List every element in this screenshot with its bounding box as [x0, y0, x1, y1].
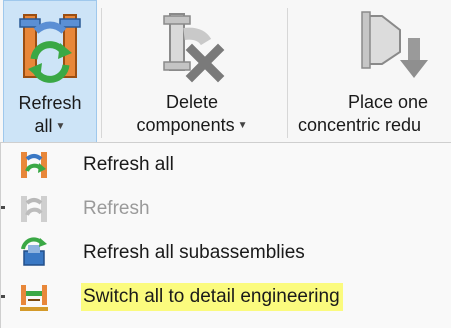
detail-engineering-icon [20, 285, 48, 311]
refresh-dropdown-menu: Refresh all Refresh Refresh all subassem… [0, 142, 451, 328]
delete-components-button[interactable]: Delete components ▼ [106, 0, 278, 144]
place-reducer-label-line2: concentric redu [298, 115, 422, 135]
delete-components-label-line2: components ▼ [136, 115, 248, 135]
refresh-all-icon [21, 152, 47, 178]
ribbon-separator [287, 8, 288, 138]
refresh-all-label-line1: Refresh [18, 93, 82, 113]
menu-item-refresh-all-subassemblies[interactable]: Refresh all subassemblies [2, 231, 450, 275]
ribbon-toolbar: Refresh all ▼ Delete components ▼ Place on… [0, 0, 451, 144]
chevron-down-icon: ▼ [237, 120, 248, 131]
refresh-all-button[interactable]: Refresh all ▼ [3, 0, 97, 144]
refresh-pipe-icon [19, 14, 81, 83]
ribbon-separator [101, 8, 102, 138]
menu-item-refresh[interactable]: Refresh [2, 187, 450, 231]
place-concentric-reducer-button[interactable]: Place one concentric redu [296, 0, 451, 144]
menu-item-label: Refresh all subassemblies [83, 242, 305, 263]
concentric-reducer-icon [361, 11, 428, 78]
chevron-down-icon: ▼ [55, 121, 66, 132]
refresh-all-label-line2: all ▼ [34, 116, 66, 136]
menu-item-switch-detail-engineering[interactable]: Switch all to detail engineering [2, 275, 450, 319]
menu-item-label: Refresh all [83, 154, 174, 175]
delete-components-label-line1: Delete [165, 92, 219, 112]
refresh-subassemblies-icon [21, 237, 47, 266]
delete-component-icon [163, 13, 225, 83]
menu-item-refresh-all[interactable]: Refresh all [2, 143, 450, 187]
place-reducer-label-line1: Place one [348, 92, 429, 112]
menu-item-label: Switch all to detail engineering [81, 283, 343, 311]
menu-item-label: Refresh [83, 198, 150, 219]
refresh-icon [21, 196, 47, 222]
